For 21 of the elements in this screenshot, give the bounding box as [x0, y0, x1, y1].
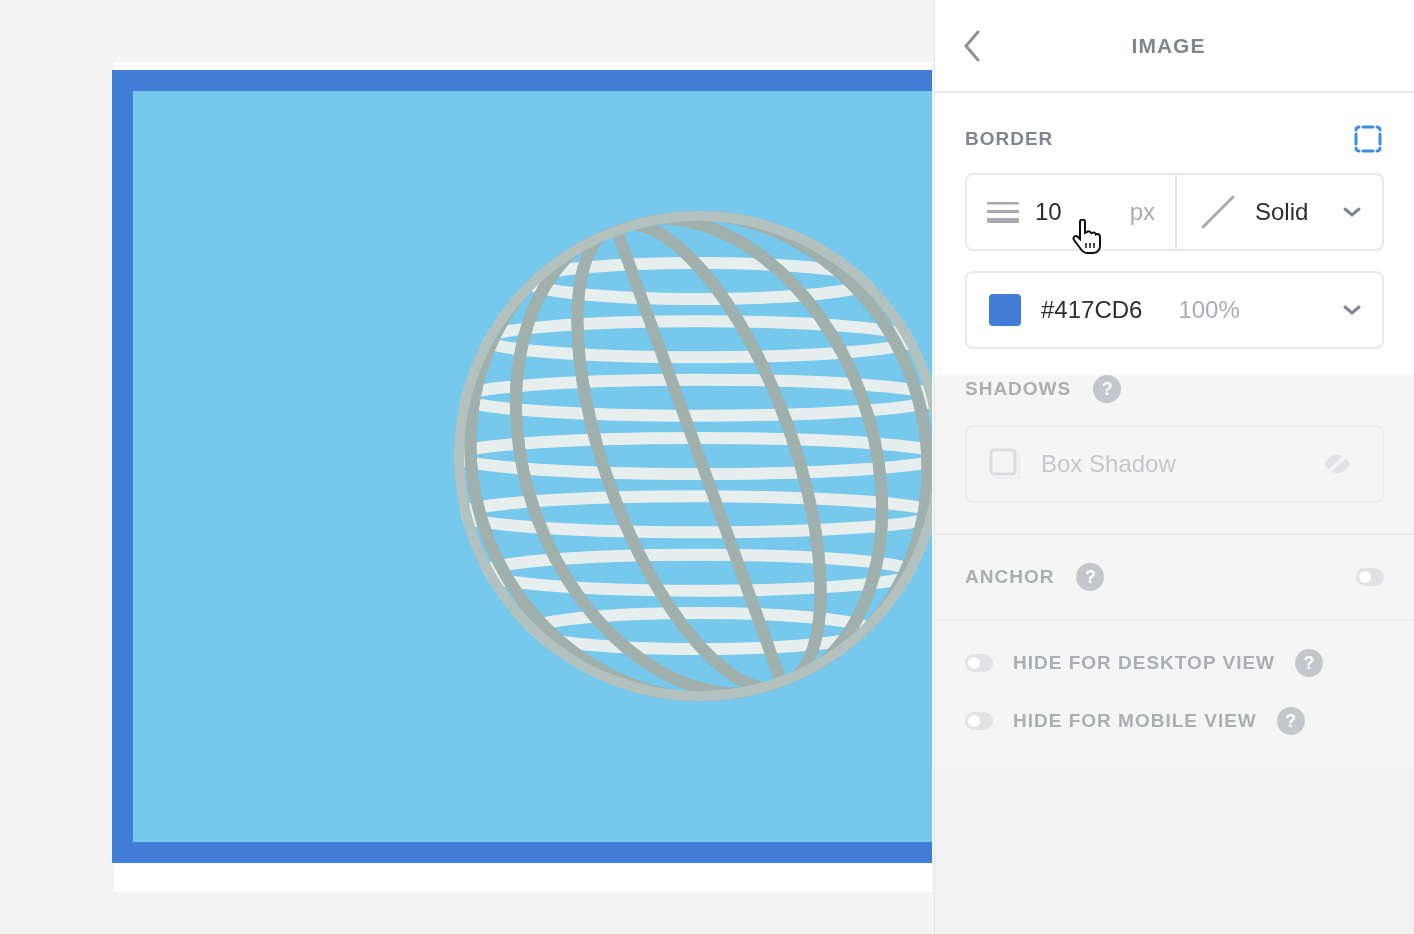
panel-title: IMAGE	[1130, 33, 1207, 58]
border-width-value[interactable]: 10	[1035, 198, 1114, 226]
section-title: SHADOWS	[965, 378, 1072, 400]
shadow-square-icon	[989, 448, 1021, 480]
border-width-style-field[interactable]: 10 px Solid	[965, 173, 1384, 251]
toggle-label: HIDE FOR DESKTOP VIEW	[1013, 652, 1276, 674]
line-weight-icon	[987, 200, 1019, 224]
border-style-value[interactable]: Solid	[1255, 198, 1322, 226]
opacity-value[interactable]: 100%	[1178, 296, 1322, 324]
color-swatch[interactable]	[989, 294, 1021, 326]
section-title: ANCHOR	[965, 566, 1055, 588]
section-title: BORDER	[965, 128, 1054, 150]
color-hex-value[interactable]: #417CD6	[1041, 296, 1143, 324]
border-color-field[interactable]: #417CD6 100%	[965, 271, 1384, 349]
diagonal-line-icon	[1201, 195, 1235, 229]
chevron-down-icon	[1342, 304, 1362, 316]
hand-cursor-icon	[1071, 219, 1103, 255]
chevron-down-icon	[1342, 206, 1362, 218]
unit-label: px	[1129, 198, 1155, 226]
border-sides-icon[interactable]	[1354, 125, 1382, 153]
toggle-label: HIDE FOR MOBILE VIEW	[1013, 710, 1257, 732]
